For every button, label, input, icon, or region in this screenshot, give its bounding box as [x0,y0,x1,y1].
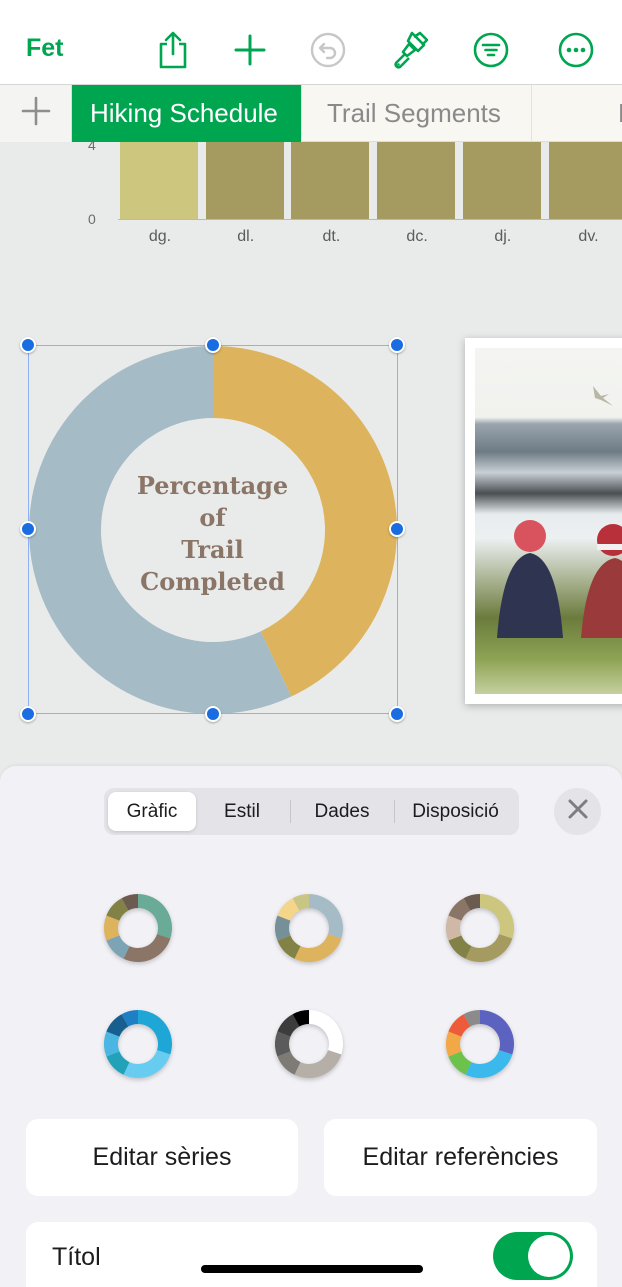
style-swatch-segment [465,934,513,962]
x-category-label: dc. [406,228,428,245]
sheet-tabs: Hiking Schedule Trail Segments E [0,85,622,142]
more-icon[interactable] [556,30,596,70]
toggle-knob [528,1235,570,1277]
title-row: Títol [26,1222,597,1287]
bird-shape [593,386,613,406]
edit-series-button[interactable]: Editar sèries [26,1119,298,1196]
resize-handle-top[interactable] [205,337,221,353]
style-swatch-segment [465,1050,513,1078]
style-swatch-segment [123,1050,171,1078]
chart-style-option-2[interactable] [273,892,345,964]
bar-dt [291,142,370,219]
edit-references-button[interactable]: Editar referències [324,1119,597,1196]
photo-frame[interactable] [465,338,622,704]
chart-style-option-4[interactable] [102,1008,174,1080]
y-tick-label: 4 [88,137,96,153]
segment-arrange[interactable]: Disposició [396,792,515,831]
x-category-label: dv. [578,228,599,245]
chart-style-option-6[interactable] [444,1008,516,1080]
chart-style-option-1[interactable] [102,892,174,964]
add-icon[interactable] [230,30,270,70]
resize-handle-left[interactable] [20,521,36,537]
style-swatch-segment [480,1010,514,1055]
x-category-label: dg. [148,228,172,245]
x-category-label: dt. [322,228,341,245]
bar-dj [462,142,541,219]
toolbar: Fet [0,0,622,85]
x-axis-line [118,219,622,220]
resize-handle-bottom-right[interactable] [389,706,405,722]
add-sheet-button[interactable] [0,85,72,142]
panel-segmented-control: Gràfic Estil Dades Disposició [104,788,519,835]
bar-dc [377,142,456,219]
x-category-label: dj. [494,228,512,245]
bar-dv [548,142,622,219]
segment-style[interactable]: Estil [196,792,288,831]
chart-style-option-3[interactable] [444,892,516,964]
resize-handle-top-right[interactable] [389,337,405,353]
resize-handle-right[interactable] [389,521,405,537]
bar-dg [120,142,198,219]
tab-third-sheet[interactable]: E [532,85,622,142]
chart-style-option-5[interactable] [273,1008,345,1080]
title-toggle[interactable] [493,1232,573,1280]
close-icon [567,798,589,825]
style-swatch-segment [123,934,171,962]
style-swatch-segment [309,894,343,939]
style-swatch-segment [294,1050,342,1078]
style-swatch-segment [480,894,514,939]
hikers-photo [475,348,622,694]
selection-box [28,345,398,714]
title-row-label: Títol [52,1243,101,1271]
style-swatch-segment [309,1010,343,1055]
home-indicator [201,1265,423,1273]
resize-handle-bottom-left[interactable] [20,706,36,722]
segment-chart[interactable]: Gràfic [108,792,196,831]
plus-icon [21,96,51,131]
organize-icon[interactable] [471,30,511,70]
tab-trail-segments[interactable]: Trail Segments [302,85,532,142]
bar-dl [205,142,284,219]
done-button[interactable]: Fet [26,34,64,63]
resize-handle-top-left[interactable] [20,337,36,353]
style-swatch-segment [138,894,172,939]
style-swatch-segment [138,1010,172,1055]
style-swatch-segment [294,934,342,962]
close-panel-button[interactable] [554,788,601,835]
segment-divider [394,800,395,823]
segment-divider [290,800,291,823]
y-tick-label: 0 [88,211,96,227]
share-icon[interactable] [153,30,193,70]
segment-data[interactable]: Dades [292,792,392,831]
tab-hiking-schedule[interactable]: Hiking Schedule [72,85,302,142]
undo-icon[interactable] [308,30,348,70]
x-category-label: dl. [237,228,255,245]
format-brush-icon[interactable] [390,30,430,70]
resize-handle-bottom[interactable] [205,706,221,722]
